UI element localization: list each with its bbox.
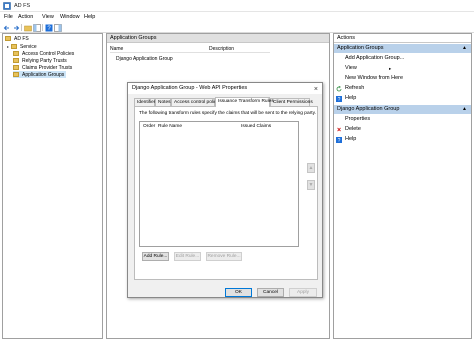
action-help[interactable]: ? Help bbox=[334, 94, 471, 103]
menu-view[interactable]: View bbox=[42, 14, 54, 20]
folder-icon bbox=[5, 36, 11, 41]
transform-rules-list[interactable]: Order Rule Name Issued Claims bbox=[139, 121, 299, 247]
tree-item-label: Claims Provider Trusts bbox=[22, 64, 73, 71]
action-label: Add Application Group... bbox=[345, 55, 405, 61]
remove-rule-button[interactable]: Remove Rule... bbox=[206, 252, 242, 261]
action-refresh[interactable]: Refresh bbox=[334, 84, 471, 93]
help-toolbar-button[interactable]: ? bbox=[44, 23, 53, 32]
action-label: Help bbox=[345, 136, 357, 142]
tree-item-claims-provider-trusts[interactable]: Claims Provider Trusts bbox=[13, 64, 72, 71]
adfs-app-icon bbox=[3, 2, 11, 10]
action-label: View bbox=[345, 65, 357, 71]
tree-item-label: Relying Party Trusts bbox=[22, 57, 67, 64]
svg-text:?: ? bbox=[338, 97, 341, 102]
column-divider bbox=[110, 52, 270, 53]
action-label: Help bbox=[345, 95, 357, 101]
title-bar: AD FS bbox=[0, 0, 474, 12]
up-folder-button[interactable] bbox=[23, 23, 32, 32]
refresh-icon bbox=[336, 86, 342, 92]
folder-icon bbox=[11, 44, 18, 49]
action-pane-button[interactable] bbox=[53, 23, 62, 32]
collapse-arrow-icon: ▲ bbox=[462, 106, 467, 112]
tree-item-relying-party-trusts[interactable]: Relying Party Trusts bbox=[13, 57, 67, 64]
help-icon: ? bbox=[336, 137, 342, 143]
action-label: Refresh bbox=[345, 85, 365, 91]
action-properties[interactable]: Properties bbox=[334, 115, 471, 124]
forward-button[interactable] bbox=[11, 23, 20, 32]
folder-icon bbox=[13, 72, 19, 77]
action-view[interactable]: View ▸ bbox=[334, 64, 471, 73]
tree-item-label: Access Control Policies bbox=[22, 50, 75, 57]
toolbar: ? bbox=[0, 22, 474, 33]
back-button[interactable] bbox=[2, 23, 11, 32]
show-hide-tree-button[interactable] bbox=[32, 23, 41, 32]
action-label: Delete bbox=[345, 126, 361, 132]
list-item-application-group[interactable]: Django Application Group bbox=[116, 56, 173, 62]
apply-button[interactable]: Apply bbox=[289, 288, 317, 297]
folder-icon bbox=[13, 58, 19, 63]
ok-button[interactable]: OK bbox=[225, 288, 252, 297]
tree-item-access-control-policies[interactable]: Access Control Policies bbox=[13, 50, 74, 57]
collapse-arrow-icon: ▲ bbox=[462, 45, 467, 51]
move-down-button[interactable]: ▼ bbox=[307, 180, 315, 190]
tree-root[interactable]: AD FS bbox=[5, 35, 29, 42]
submenu-arrow-icon: ▸ bbox=[389, 66, 392, 71]
menu-help[interactable]: Help bbox=[84, 14, 95, 20]
tree-item-label: Application Groups bbox=[22, 71, 65, 78]
section-label: Application Groups bbox=[337, 45, 384, 51]
menu-action[interactable]: Action bbox=[18, 14, 33, 20]
console-tree: AD FS ▸ Service Access Control Policies … bbox=[2, 33, 103, 339]
dialog-title: Django Application Group - Web API Prope… bbox=[132, 85, 248, 91]
action-add-application-group[interactable]: Add Application Group... bbox=[334, 54, 471, 63]
column-header-order[interactable]: Order bbox=[143, 124, 155, 129]
add-rule-button[interactable]: Add Rule... bbox=[142, 252, 169, 261]
help-icon: ? bbox=[336, 96, 342, 102]
folder-up-icon bbox=[23, 25, 32, 31]
toolbar-separator bbox=[42, 24, 43, 31]
folder-icon bbox=[13, 65, 19, 70]
actions-pane: Actions Application Groups ▲ Add Applica… bbox=[333, 33, 472, 339]
action-new-window[interactable]: New Window from Here bbox=[334, 74, 471, 83]
menu-file[interactable]: File bbox=[4, 14, 13, 20]
tree-item-label: Service bbox=[20, 43, 37, 50]
tree-root-label: AD FS bbox=[14, 35, 29, 42]
action-delete[interactable]: × Delete bbox=[334, 125, 471, 134]
forward-arrow-icon bbox=[13, 25, 19, 30]
toolbar-separator bbox=[21, 24, 22, 31]
menu-window[interactable]: Window bbox=[60, 14, 80, 20]
tree-item-application-groups[interactable]: Application Groups bbox=[13, 71, 67, 78]
cancel-button[interactable]: Cancel bbox=[257, 288, 284, 297]
action-label: New Window from Here bbox=[345, 75, 404, 81]
rules-description: The following transform rules specify th… bbox=[139, 111, 316, 116]
edit-rule-button[interactable]: Edit Rule... bbox=[174, 252, 201, 261]
column-header-issued-claims[interactable]: Issued Claims bbox=[241, 124, 271, 129]
actions-section-django-application-group[interactable]: Django Application Group ▲ bbox=[334, 105, 471, 114]
close-icon[interactable]: × bbox=[314, 84, 318, 95]
delete-x-icon: × bbox=[336, 126, 342, 134]
folder-icon bbox=[13, 51, 19, 56]
properties-dialog: Django Application Group - Web API Prope… bbox=[127, 82, 323, 298]
back-arrow-icon bbox=[3, 25, 9, 30]
actions-section-application-groups[interactable]: Application Groups ▲ bbox=[334, 44, 471, 53]
action-label: Properties bbox=[345, 116, 371, 122]
menu-bar: File Action View Window Help bbox=[0, 12, 474, 22]
console-tree-icon bbox=[32, 23, 41, 32]
column-header-rule-name[interactable]: Rule Name bbox=[158, 124, 182, 129]
help-book-icon: ? bbox=[45, 24, 52, 32]
chevron-right-icon: ▸ bbox=[7, 44, 10, 49]
action-pane-icon bbox=[53, 23, 62, 32]
results-pane-header: Application Groups bbox=[107, 34, 329, 43]
actions-header: Actions bbox=[334, 34, 471, 43]
arrow-up-icon: ▲ bbox=[308, 165, 314, 171]
tab-issuance-transform-rules[interactable]: Issuance Transform Rules bbox=[215, 97, 274, 107]
window-title: AD FS bbox=[14, 3, 31, 9]
arrow-down-icon: ▼ bbox=[308, 182, 314, 188]
tree-item-service[interactable]: ▸ Service bbox=[7, 43, 37, 50]
svg-text:?: ? bbox=[338, 138, 341, 143]
move-up-button[interactable]: ▲ bbox=[307, 163, 315, 173]
dialog-title-bar: Django Application Group - Web API Prope… bbox=[128, 83, 322, 94]
tab-panel: The following transform rules specify th… bbox=[134, 106, 318, 280]
action-help-group[interactable]: ? Help bbox=[334, 135, 471, 144]
section-label: Django Application Group bbox=[337, 106, 400, 112]
